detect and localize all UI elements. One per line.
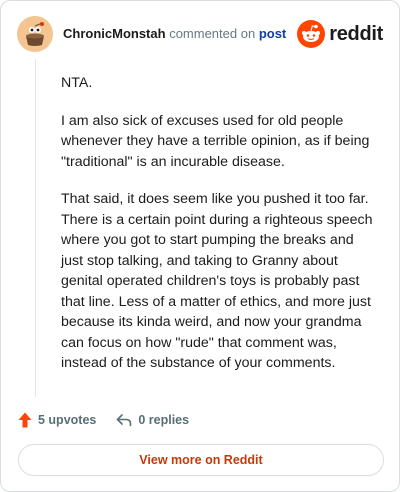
comment-paragraph: I am also sick of excuses used for old p… — [61, 112, 370, 170]
avatar-icon[interactable] — [17, 16, 53, 52]
thread-line — [35, 59, 36, 397]
reddit-comment-embed-card: ChronicMonstah commented on post reddit … — [0, 0, 400, 492]
comment-paragraph: NTA. — [61, 75, 93, 91]
upvotes-button[interactable]: 5 upvotes — [18, 412, 96, 428]
author-username[interactable]: ChronicMonstah — [63, 26, 166, 41]
upvote-arrow-icon — [18, 412, 32, 428]
comment-paragraph: That said, it does seem like you pushed … — [61, 191, 373, 371]
comment-body: NTA. I am also sick of excuses used for … — [61, 73, 379, 391]
replies-button[interactable]: 0 replies — [116, 413, 189, 427]
reddit-logo-icon — [297, 20, 326, 48]
reddit-brand[interactable]: reddit — [297, 19, 383, 49]
upvotes-count: 5 upvotes — [38, 413, 97, 427]
comment-actions: 5 upvotes 0 replies — [18, 410, 189, 430]
view-more-on-reddit-button[interactable]: View more on Reddit — [18, 444, 384, 476]
replies-count: 0 replies — [138, 413, 190, 427]
comment-byline: ChronicMonstah commented on post — [63, 26, 286, 41]
reply-arrow-icon — [117, 414, 132, 427]
commented-on-text: commented on — [169, 26, 256, 41]
post-link[interactable]: post — [259, 26, 286, 41]
comment-header: ChronicMonstah commented on post reddit — [17, 16, 383, 52]
reddit-wordmark: reddit — [329, 22, 383, 45]
